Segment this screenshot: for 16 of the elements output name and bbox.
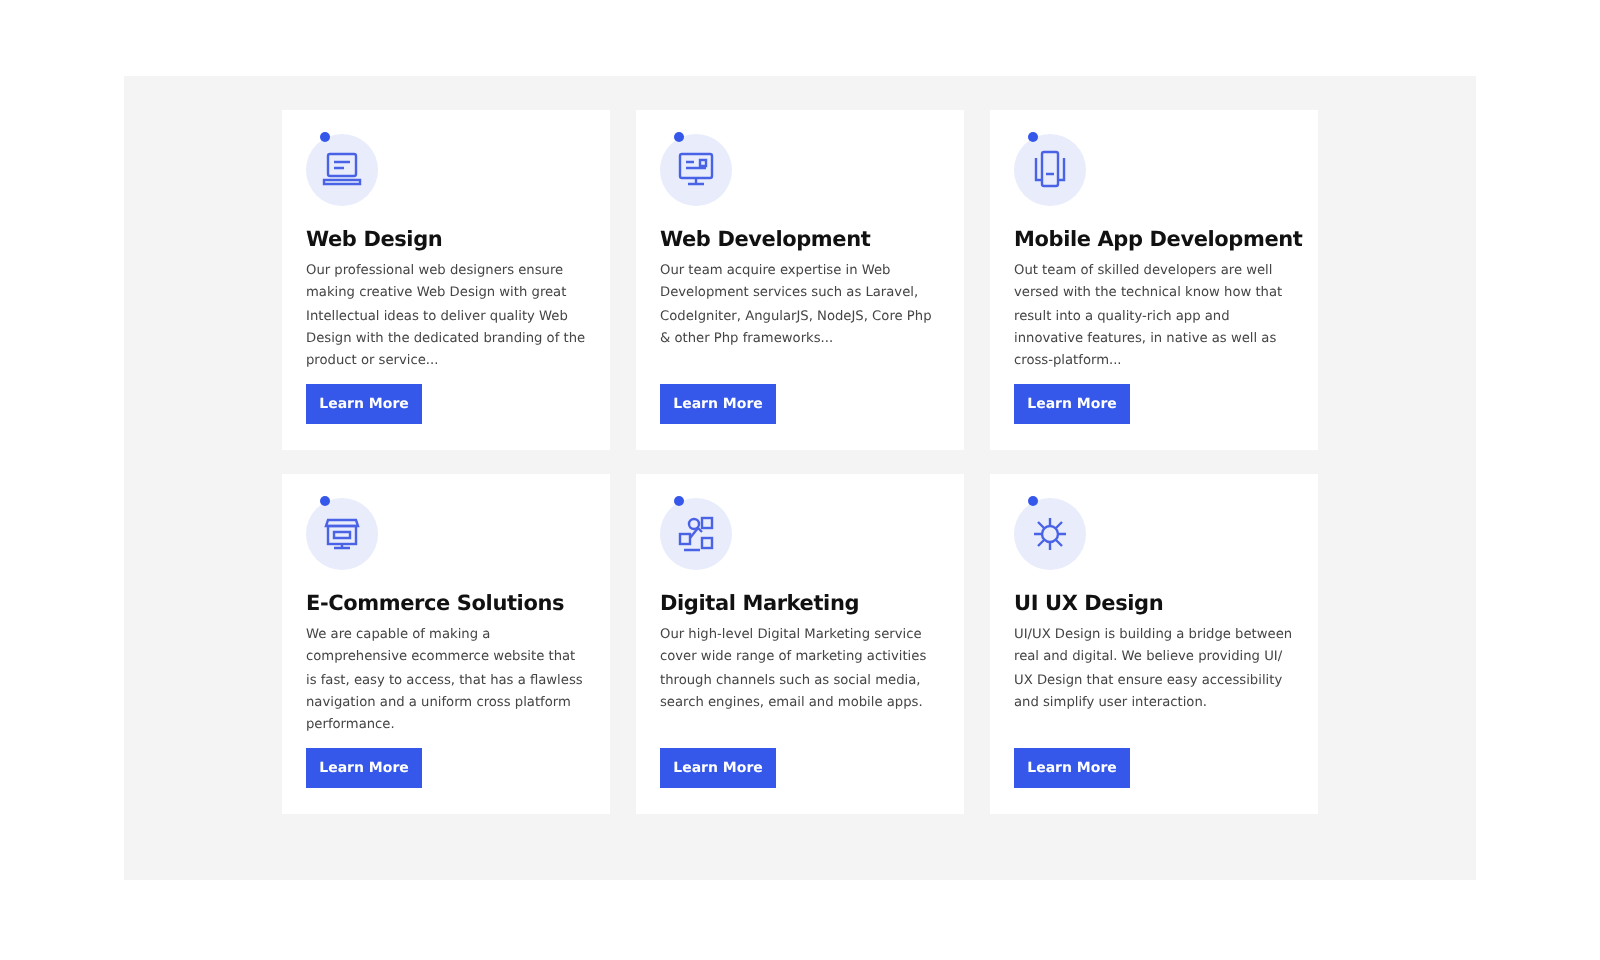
dot-icon: [320, 132, 330, 142]
phone-icon: [1014, 134, 1086, 206]
storefront-icon: [306, 498, 378, 570]
monitor-icon: [660, 134, 732, 206]
card-title: Web Design: [306, 228, 445, 252]
dot-icon: [674, 496, 684, 506]
card-title: Web Development: [660, 228, 873, 252]
dot-icon: [1028, 496, 1038, 506]
card-title: Digital Marketing: [660, 592, 862, 616]
card-title: E-Commerce Solutions: [306, 592, 567, 616]
dot-icon: [320, 496, 330, 506]
network-icon: [660, 498, 732, 570]
card-title: UI UX Design: [1014, 592, 1166, 616]
dot-icon: [1028, 132, 1038, 142]
dot-icon: [674, 132, 684, 142]
laptop-icon: [306, 134, 378, 206]
